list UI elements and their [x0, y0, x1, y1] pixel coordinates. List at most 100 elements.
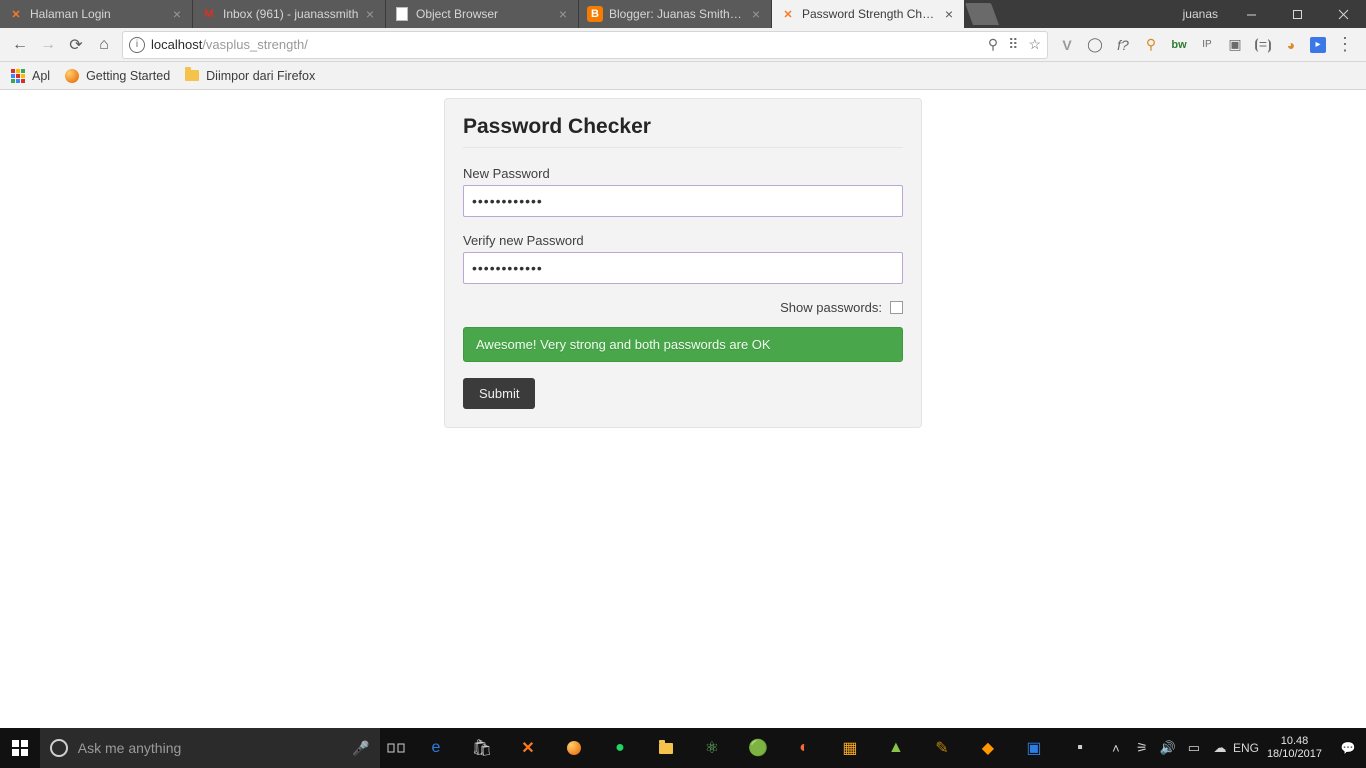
- taskbar-store[interactable]: 🛍: [459, 728, 505, 768]
- gmail-icon: M: [201, 6, 217, 22]
- bookmarks-bar: Apl Getting Started Diimpor dari Firefox: [0, 62, 1366, 90]
- reload-button[interactable]: ⟳: [62, 31, 90, 59]
- apps-shortcut[interactable]: Apl: [10, 68, 50, 84]
- ext-ip-icon[interactable]: IP: [1198, 36, 1216, 54]
- taskbar-explorer[interactable]: [643, 728, 689, 768]
- action-center-icon[interactable]: 💬: [1330, 728, 1366, 768]
- home-button[interactable]: ⌂: [90, 31, 118, 59]
- new-tab-button[interactable]: [965, 3, 999, 25]
- taskbar-calc[interactable]: ▦: [827, 728, 873, 768]
- bookmark-label: Diimpor dari Firefox: [206, 69, 315, 83]
- start-button[interactable]: [0, 728, 40, 768]
- tab-title: Halaman Login: [30, 7, 166, 21]
- taskbar-xampp[interactable]: ✕: [505, 728, 551, 768]
- taskbar-chrome[interactable]: 🟢: [735, 728, 781, 768]
- tab-password-strength[interactable]: ✕ Password Strength Check ×: [772, 0, 965, 28]
- apps-icon: [10, 68, 26, 84]
- verify-password-input[interactable]: [463, 252, 903, 284]
- maximize-button[interactable]: [1274, 0, 1320, 28]
- taskbar-sublime[interactable]: ◆: [965, 728, 1011, 768]
- bookmark-label: Getting Started: [86, 69, 170, 83]
- wifi-icon[interactable]: ⚞: [1129, 728, 1155, 768]
- forward-button[interactable]: →: [34, 31, 62, 59]
- ext-camera-icon[interactable]: ▣: [1226, 36, 1244, 54]
- volume-icon[interactable]: 🔊: [1155, 728, 1181, 768]
- bookmark-star-icon[interactable]: ☆: [1028, 36, 1041, 53]
- minimize-button[interactable]: [1228, 0, 1274, 28]
- site-info-icon[interactable]: i: [129, 37, 145, 53]
- show-passwords-row: Show passwords:: [463, 300, 903, 315]
- translate-icon[interactable]: ⠿: [1008, 36, 1018, 53]
- chrome-menu-button[interactable]: ⋮: [1336, 36, 1354, 54]
- xampp-icon: ✕: [780, 6, 796, 22]
- card-heading: Password Checker: [463, 115, 903, 139]
- firefox-icon: [64, 68, 80, 84]
- bookmark-folder-firefox[interactable]: Diimpor dari Firefox: [184, 68, 315, 84]
- task-view-button[interactable]: [380, 728, 413, 768]
- battery-icon[interactable]: ▭: [1181, 728, 1207, 768]
- window-controls: [1228, 0, 1366, 28]
- address-bar[interactable]: i localhost/vasplus_strength/ ⚲ ⠿ ☆: [122, 31, 1048, 59]
- strength-alert: Awesome! Very strong and both passwords …: [463, 327, 903, 362]
- blogger-icon: B: [587, 6, 603, 22]
- ext-cookie-icon[interactable]: ◕: [1282, 36, 1300, 54]
- onedrive-icon[interactable]: ☁: [1207, 728, 1233, 768]
- clock[interactable]: 10.48 18/10/2017: [1259, 735, 1330, 761]
- tab-halaman-login[interactable]: ✕ Halaman Login ×: [0, 0, 193, 28]
- page-content: Password Checker New Password Verify new…: [0, 90, 1366, 728]
- show-passwords-checkbox[interactable]: [890, 301, 903, 314]
- tab-title: Object Browser: [416, 7, 552, 21]
- close-icon[interactable]: ×: [170, 6, 184, 22]
- ext-bw-icon[interactable]: bw: [1170, 36, 1188, 54]
- cortana-search[interactable]: Ask me anything 🎤: [40, 728, 380, 768]
- url-text: localhost/vasplus_strength/: [151, 37, 308, 52]
- tab-inbox[interactable]: M Inbox (961) - juanassmith ×: [193, 0, 386, 28]
- xampp-icon: ✕: [8, 6, 24, 22]
- new-password-input[interactable]: [463, 185, 903, 217]
- apps-label: Apl: [32, 69, 50, 83]
- tray-chevron-icon[interactable]: ˄: [1103, 728, 1129, 768]
- language-indicator[interactable]: ENG: [1233, 728, 1259, 768]
- ext-circle-icon[interactable]: ◯: [1086, 36, 1104, 54]
- cortana-icon: [50, 739, 68, 757]
- taskbar-firefox[interactable]: [551, 728, 597, 768]
- divider: [463, 147, 903, 148]
- tab-title: Inbox (961) - juanassmith: [223, 7, 359, 21]
- ext-pin-icon[interactable]: ⚲: [1142, 36, 1160, 54]
- close-icon[interactable]: ×: [363, 6, 377, 22]
- taskbar-postman[interactable]: ◐: [781, 728, 827, 768]
- close-icon[interactable]: ×: [942, 6, 956, 22]
- folder-icon: [184, 68, 200, 84]
- taskbar-atom[interactable]: ⚛: [689, 728, 735, 768]
- browser-toolbar: ← → ⟳ ⌂ i localhost/vasplus_strength/ ⚲ …: [0, 28, 1366, 62]
- taskbar-edge[interactable]: e: [413, 728, 459, 768]
- taskbar-notes[interactable]: ✎: [919, 728, 965, 768]
- clock-date: 18/10/2017: [1267, 748, 1322, 761]
- tab-title: Blogger: Juanas Smith Sh: [609, 7, 745, 21]
- clock-time: 10.48: [1267, 735, 1322, 748]
- extensions: V ◯ f? ⚲ bw IP ▣ ⦗=⦘ ◕ ▸ ⋮: [1052, 36, 1360, 54]
- tab-object-browser[interactable]: Object Browser ×: [386, 0, 579, 28]
- taskbar-app1[interactable]: ▣: [1011, 728, 1057, 768]
- taskbar-spotify[interactable]: ●: [597, 728, 643, 768]
- taskbar-terminal[interactable]: ▪: [1057, 728, 1103, 768]
- ext-v-icon[interactable]: V: [1058, 36, 1076, 54]
- mic-icon[interactable]: 🎤: [352, 740, 369, 757]
- ext-blue-icon[interactable]: ▸: [1310, 37, 1326, 53]
- close-window-button[interactable]: [1320, 0, 1366, 28]
- taskbar-android-studio[interactable]: ▲: [873, 728, 919, 768]
- submit-button[interactable]: Submit: [463, 378, 535, 409]
- tab-title: Password Strength Check: [802, 7, 938, 21]
- ext-equals-icon[interactable]: ⦗=⦘: [1254, 36, 1272, 54]
- ext-f-icon[interactable]: f?: [1114, 36, 1132, 54]
- bookmark-getting-started[interactable]: Getting Started: [64, 68, 170, 84]
- profile-name[interactable]: juanas: [1173, 7, 1228, 21]
- back-button[interactable]: ←: [6, 31, 34, 59]
- tab-strip: ✕ Halaman Login × M Inbox (961) - juanas…: [0, 0, 1173, 28]
- save-password-icon[interactable]: ⚲: [988, 36, 998, 53]
- tab-blogger[interactable]: B Blogger: Juanas Smith Sh ×: [579, 0, 772, 28]
- system-tray: ˄ ⚞ 🔊 ▭ ☁ ENG 10.48 18/10/2017 💬: [1103, 728, 1366, 768]
- close-icon[interactable]: ×: [556, 6, 570, 22]
- close-icon[interactable]: ×: [749, 6, 763, 22]
- password-checker-card: Password Checker New Password Verify new…: [444, 98, 922, 428]
